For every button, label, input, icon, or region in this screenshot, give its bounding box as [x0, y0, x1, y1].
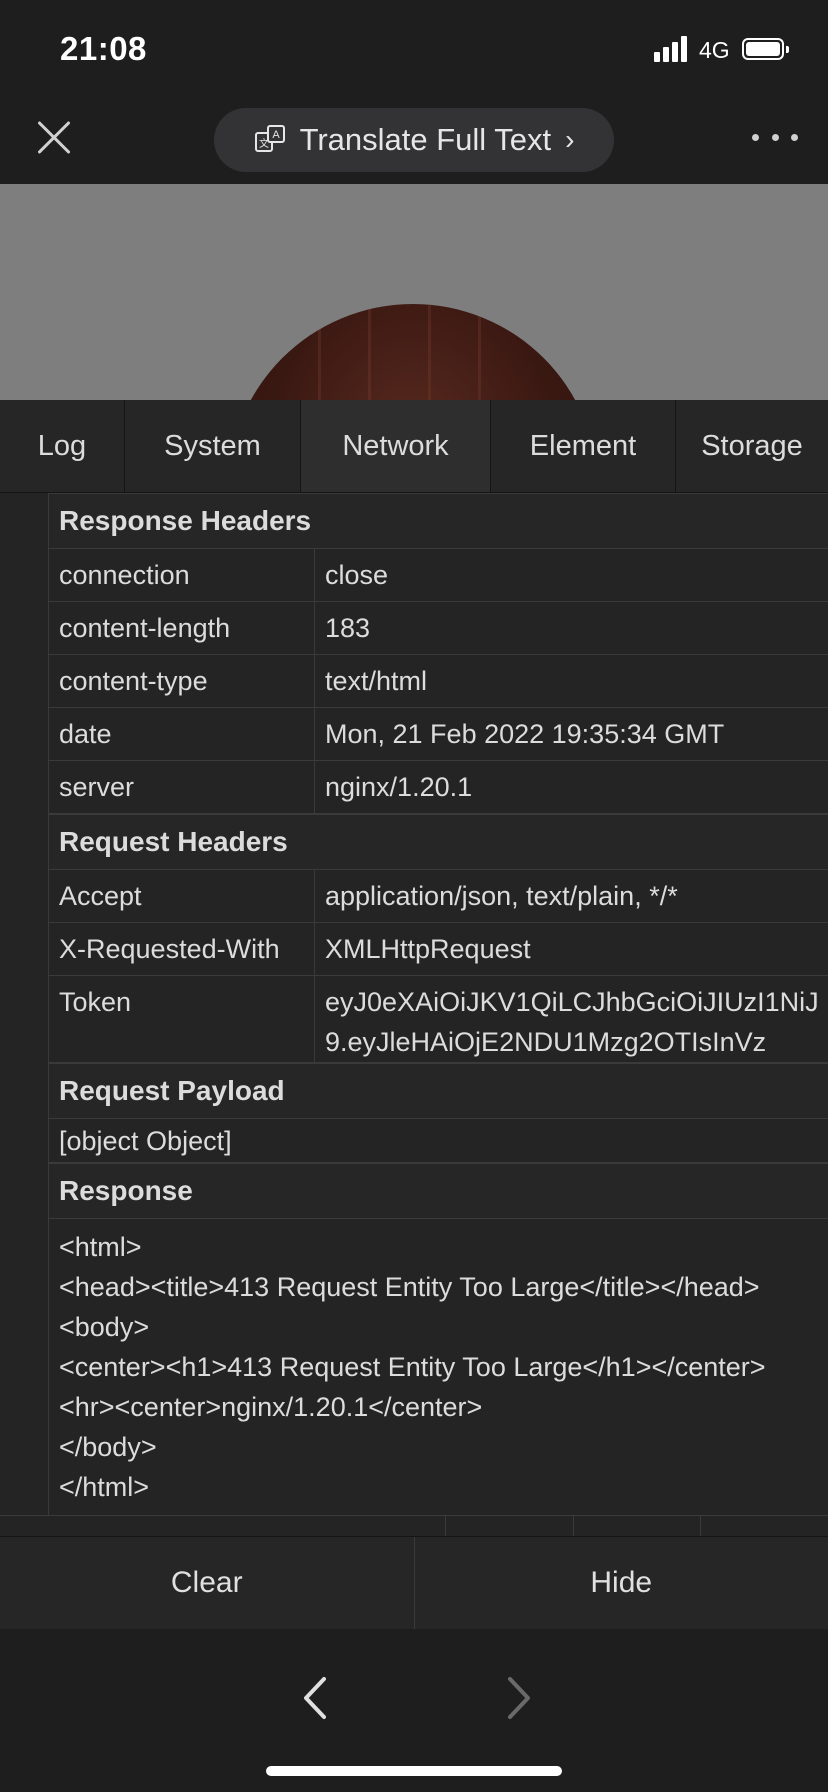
chevron-right-icon: › — [565, 124, 575, 155]
header-key: Token — [49, 976, 315, 1062]
header-key: server — [49, 761, 315, 813]
request-payload-value: [object Object] — [49, 1119, 828, 1163]
header-value: Mon, 21 Feb 2022 19:35:34 GMT — [325, 719, 725, 749]
tab-log[interactable]: Log — [0, 400, 125, 492]
more-options-icon[interactable] — [752, 122, 798, 152]
translate-icon: A 文 — [254, 125, 285, 152]
browser-nav-bar: A 文 Translate Full Text › — [0, 100, 828, 184]
response-title: Response — [49, 1163, 828, 1219]
svg-text:文: 文 — [259, 137, 269, 150]
request-detail: Response Headers connection close content… — [48, 493, 828, 1516]
tab-network[interactable]: Network — [301, 400, 491, 492]
hide-button[interactable]: Hide — [413, 1537, 828, 1629]
header-row: server nginx/1.20.1 — [49, 761, 828, 814]
back-arrow-icon[interactable] — [296, 1673, 336, 1723]
home-indicator[interactable] — [266, 1766, 562, 1776]
translate-label: Translate Full Text — [299, 122, 552, 157]
request-headers-title: Request Headers — [49, 814, 828, 870]
network-type-label: 4G — [699, 37, 730, 63]
clear-button[interactable]: Clear — [0, 1537, 414, 1629]
translate-full-text-button[interactable]: A 文 Translate Full Text › — [214, 108, 614, 172]
header-key: content-length — [49, 602, 315, 654]
cellular-signal-icon — [654, 36, 688, 62]
header-row: date Mon, 21 Feb 2022 19:35:34 GMT — [49, 708, 828, 761]
web-page-background — [0, 184, 828, 400]
network-detail-panel[interactable]: Response Headers connection close content… — [0, 493, 828, 1536]
svg-text:A: A — [272, 129, 280, 141]
header-row: connection close — [49, 549, 828, 602]
header-value: text/html — [325, 666, 428, 696]
header-value: XMLHttpRequest — [325, 934, 531, 964]
header-value: nginx/1.20.1 — [325, 772, 473, 802]
tab-storage[interactable]: Storage — [676, 400, 828, 492]
response-body: <html> <head><title>413 Request Entity T… — [49, 1219, 828, 1516]
next-request-row[interactable] — [0, 1515, 828, 1536]
header-row: Accept application/json, text/plain, */* — [49, 870, 828, 923]
header-key: date — [49, 708, 315, 760]
token-value: eyJ0eXAiOiJKV1QiLCJhbGciOiJIUzI1NiJ9.eyJ… — [325, 987, 819, 1057]
tab-element[interactable]: Element — [491, 400, 676, 492]
header-row: X-Requested-With XMLHttpRequest — [49, 923, 828, 976]
header-key: content-type — [49, 655, 315, 707]
header-key: Accept — [49, 870, 315, 922]
profile-avatar-image — [228, 304, 598, 400]
header-row: content-type text/html — [49, 655, 828, 708]
close-icon[interactable] — [35, 118, 75, 158]
status-bar: 21:08 4G — [0, 0, 828, 100]
header-key: connection — [49, 549, 315, 601]
forward-arrow-icon[interactable] — [498, 1673, 538, 1723]
console-actions: Clear Hide — [0, 1536, 828, 1629]
header-row: Token eyJ0eXAiOiJKV1QiLCJhbGciOiJIUzI1NiJ… — [49, 976, 828, 1063]
request-payload-title: Request Payload — [49, 1063, 828, 1119]
header-value: 183 — [325, 613, 371, 643]
header-row: content-length 183 — [49, 602, 828, 655]
response-headers-title: Response Headers — [49, 493, 828, 549]
console-tab-bar: Log System Network Element Storage — [0, 400, 828, 493]
battery-icon — [742, 38, 789, 60]
header-value: application/json, text/plain, */* — [325, 881, 678, 911]
tab-system[interactable]: System — [125, 400, 301, 492]
status-time: 21:08 — [60, 30, 147, 67]
header-key: X-Requested-With — [49, 923, 315, 975]
header-value: close — [325, 560, 389, 590]
